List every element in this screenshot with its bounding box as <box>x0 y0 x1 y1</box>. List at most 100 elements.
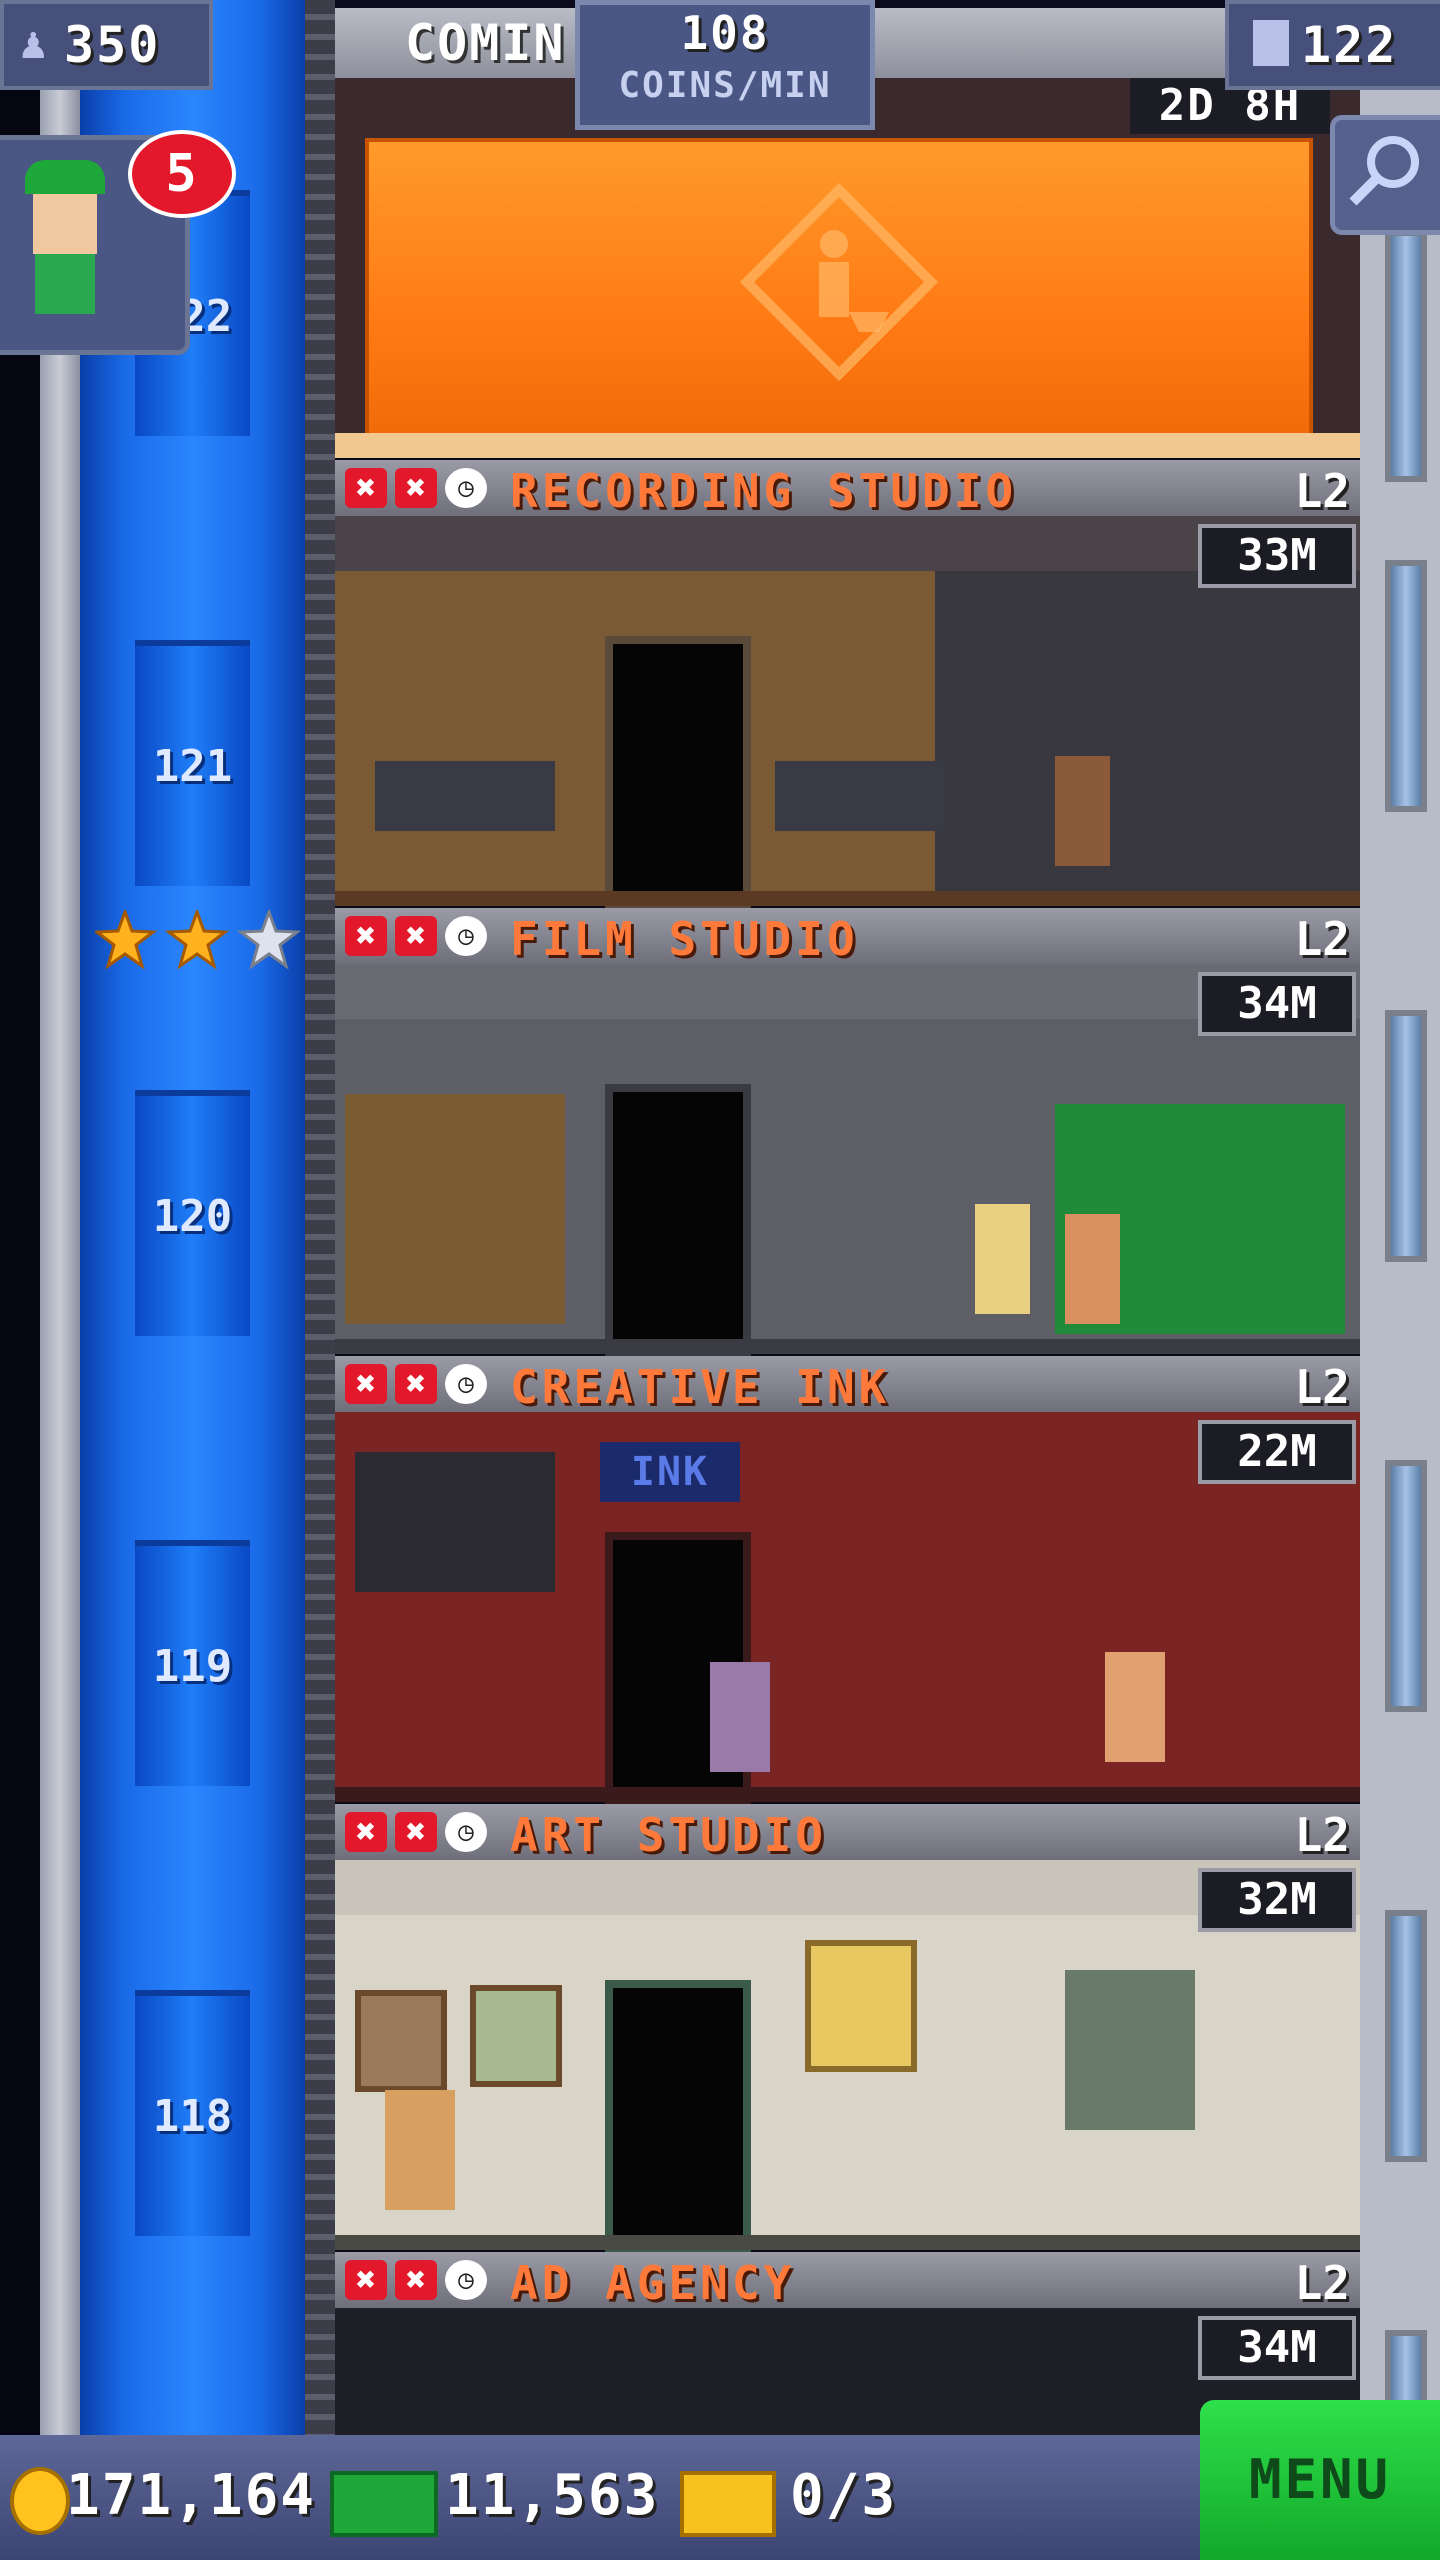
elevator-door <box>605 1980 751 2256</box>
magnifier-icon <box>1349 136 1419 206</box>
wood-cabinet <box>345 1094 565 1324</box>
star-filled-icon <box>164 907 230 970</box>
floor-header-creative-ink[interactable]: ✖ ✖ ◷ CREATIVE INK L2 <box>335 1356 1360 1414</box>
clock-icon: ◷ <box>445 916 487 956</box>
left-edge <box>0 0 40 2435</box>
restock-timer: 22M <box>1198 1420 1356 1484</box>
stock-empty-icon: ✖ <box>345 1364 387 1404</box>
shaft-floor-number: 119 <box>152 1641 233 1692</box>
shaft-floor-number: 118 <box>152 2091 233 2142</box>
stock-empty-icon: ✖ <box>345 2260 387 2300</box>
floor-ledge <box>335 433 1360 458</box>
coins-per-min-value: 108 <box>680 6 770 60</box>
restock-timer: 32M <box>1198 1868 1356 1932</box>
construction-floor[interactable]: 2D 8H <box>335 78 1360 458</box>
floor-header-ad-agency[interactable]: ✖ ✖ ◷ AD AGENCY L2 <box>335 2252 1360 2310</box>
green-cap <box>25 160 105 194</box>
floor-name: ART STUDIO <box>510 1808 827 1862</box>
floor-level: L2 <box>1294 464 1350 518</box>
elevator-cable <box>305 0 335 2435</box>
floor-header-recording-studio[interactable]: ✖ ✖ ◷ RECORDING STUDIO L2 <box>335 460 1360 518</box>
construction-tarp <box>365 138 1313 446</box>
floor-ledge <box>335 891 1360 906</box>
mixing-desk <box>375 761 555 831</box>
floor-name: CREATIVE INK <box>510 1360 891 1414</box>
avatar-shirt <box>35 254 95 314</box>
tower-window <box>1385 1460 1427 1712</box>
tv-screen <box>355 1452 555 1592</box>
clock-icon: ◷ <box>445 2260 487 2300</box>
painting <box>355 1990 447 2092</box>
coins-value: 171,164 <box>66 2463 317 2528</box>
room-film-studio[interactable]: 34M <box>335 964 1360 1360</box>
shaft-panel: 119 <box>135 1540 250 1786</box>
shaft-panel: 118 <box>135 1990 250 2236</box>
bux-icon <box>330 2471 438 2537</box>
floor-name: AD AGENCY <box>510 2256 796 2310</box>
ink-sign: INK <box>600 1442 740 1502</box>
mixing-desk <box>775 761 945 831</box>
stock-empty-icon: ✖ <box>395 916 437 956</box>
room-creative-ink[interactable]: INK 22M <box>335 1412 1360 1808</box>
clock-icon: ◷ <box>445 1364 487 1404</box>
notification-badge: 5 <box>128 130 236 218</box>
coming-soon-label: COMIN <box>405 14 566 72</box>
resident-tattoo-artist[interactable] <box>1105 1652 1165 1762</box>
resident-musician[interactable] <box>1055 756 1110 866</box>
tower-window <box>1385 1010 1427 1262</box>
restock-timer: 33M <box>1198 524 1356 588</box>
star-empty-icon <box>236 907 302 970</box>
shaft-floor-number: 120 <box>152 1191 233 1242</box>
floor-ledge <box>335 1339 1360 1354</box>
resident-director[interactable] <box>975 1204 1030 1314</box>
bitizen-notification-button[interactable]: 5 <box>0 130 236 355</box>
floor-rating-stars <box>92 907 305 970</box>
search-button[interactable] <box>1330 115 1440 235</box>
coins-per-min-panel: 108 COINS/MIN <box>575 0 875 130</box>
clock-icon: ◷ <box>445 468 487 508</box>
resident-customer[interactable] <box>710 1662 770 1772</box>
elevator-shaft[interactable]: 122 121 120 119 118 <box>80 0 305 2435</box>
elevator-door <box>605 1084 751 1360</box>
restock-timer: 34M <box>1198 2316 1356 2380</box>
star-filled-icon <box>92 907 158 970</box>
stock-empty-icon: ✖ <box>345 468 387 508</box>
room-art-studio[interactable]: 32M <box>335 1860 1360 2256</box>
tower-window <box>1385 560 1427 812</box>
shaft-panel: 121 <box>135 640 250 886</box>
floor-counter[interactable]: 122 <box>1225 0 1440 90</box>
resident-actor[interactable] <box>1065 1214 1120 1324</box>
painting <box>470 1985 562 2087</box>
ticket-icon <box>680 2471 776 2537</box>
floor-level: L2 <box>1294 1808 1350 1862</box>
resident-painter[interactable] <box>385 2090 455 2210</box>
population-value: 350 <box>64 16 161 74</box>
coins-per-min-label: COINS/MIN <box>618 65 832 106</box>
clock-icon: ◷ <box>445 1812 487 1852</box>
restock-timer: 34M <box>1198 972 1356 1036</box>
floor-name: RECORDING STUDIO <box>510 464 1018 518</box>
stock-empty-icon: ✖ <box>345 916 387 956</box>
stock-empty-icon: ✖ <box>395 468 437 508</box>
room-recording-studio[interactable]: 33M <box>335 516 1360 912</box>
construction-sign-icon <box>739 182 939 382</box>
stock-empty-icon: ✖ <box>395 1364 437 1404</box>
bux-value: 11,563 <box>445 2463 660 2528</box>
shaft-floor-number: 121 <box>152 741 233 792</box>
floor-header-art-studio[interactable]: ✖ ✖ ◷ ART STUDIO L2 <box>335 1804 1360 1862</box>
floor-ledge <box>335 2235 1360 2250</box>
population-counter[interactable]: ♟ 350 <box>0 0 213 90</box>
elevator-rail <box>40 0 80 2435</box>
painting <box>805 1940 917 2072</box>
stock-empty-icon: ✖ <box>395 1812 437 1852</box>
building-icon <box>1253 20 1289 66</box>
floor-header-film-studio[interactable]: ✖ ✖ ◷ FILM STUDIO L2 <box>335 908 1360 966</box>
stock-empty-icon: ✖ <box>395 2260 437 2300</box>
window <box>1065 1970 1195 2130</box>
floor-count-value: 122 <box>1301 16 1398 74</box>
coin-icon <box>10 2467 70 2535</box>
menu-button[interactable]: MENU <box>1200 2400 1440 2560</box>
elevator-door <box>605 636 751 912</box>
tickets-value: 0/3 <box>790 2463 898 2528</box>
floor-level: L2 <box>1294 1360 1350 1414</box>
